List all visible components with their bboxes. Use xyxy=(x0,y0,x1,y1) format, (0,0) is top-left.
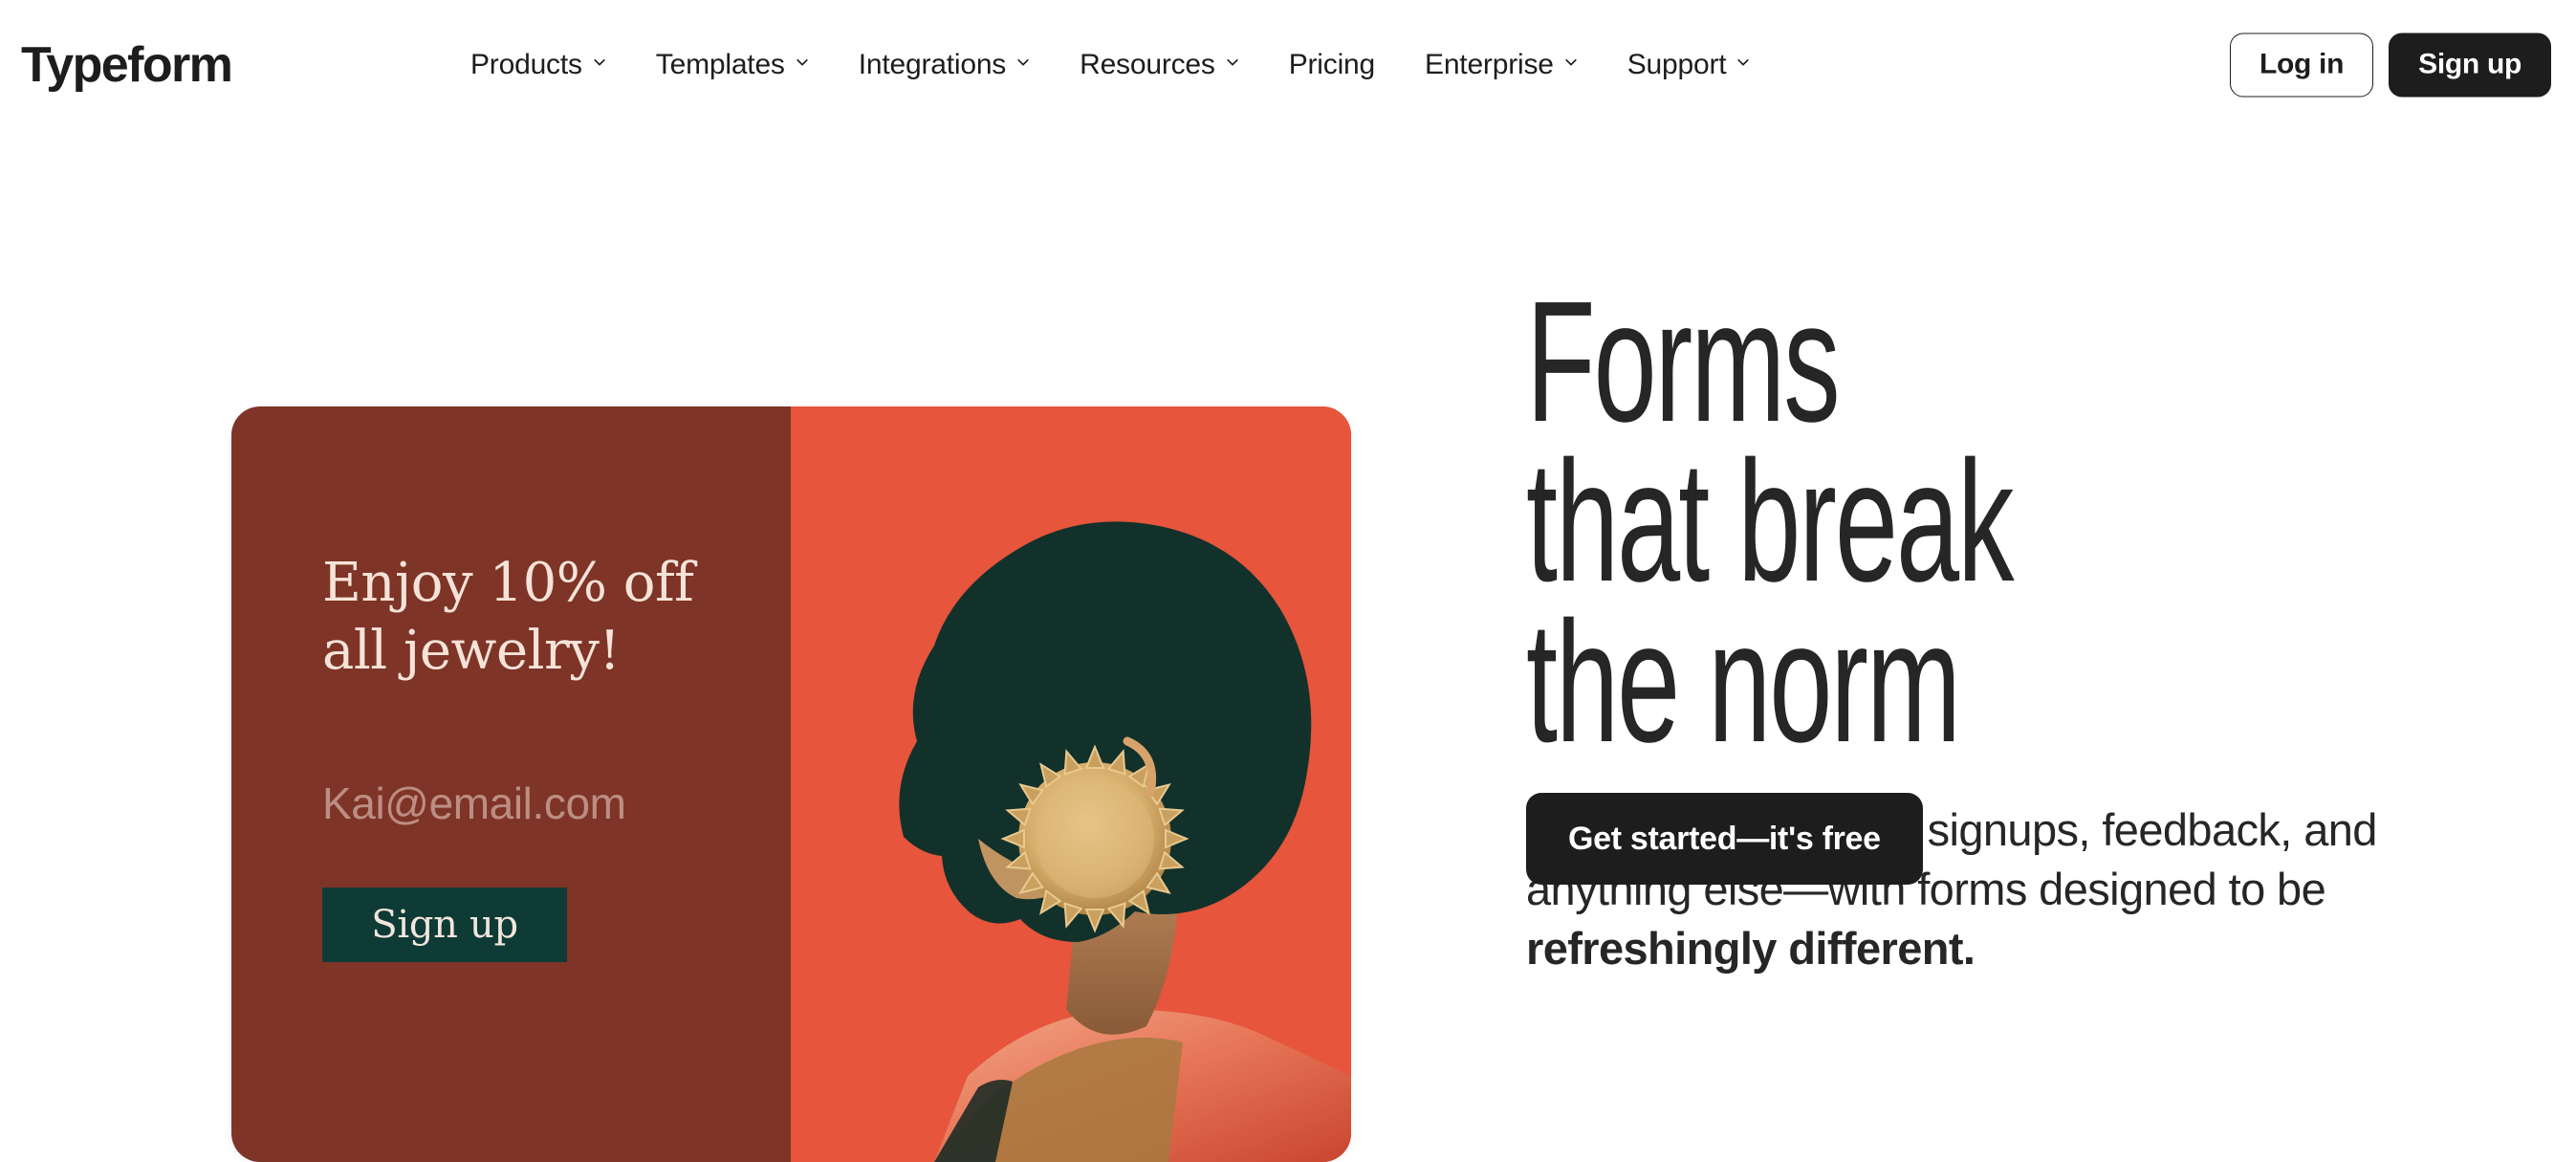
chevron-down-icon xyxy=(796,55,809,69)
form-preview-card[interactable]: Enjoy 10% off all jewelry! Kai@email.com… xyxy=(231,406,1351,1162)
nav-item-support[interactable]: Support xyxy=(1626,45,1753,85)
hero-subheadline-emphasis: refreshingly different. xyxy=(1526,923,1976,975)
nav-item-label: Templates xyxy=(655,48,785,80)
nav-item-templates[interactable]: Templates xyxy=(654,45,811,85)
form-submit-button[interactable]: Sign up xyxy=(322,888,567,962)
form-preview-photo xyxy=(791,406,1351,1162)
hero-headline: Forms that break the norm xyxy=(1526,266,2015,778)
get-started-button[interactable]: Get started—it's free xyxy=(1526,793,1923,885)
nav-item-enterprise[interactable]: Enterprise xyxy=(1423,45,1580,85)
chevron-down-icon xyxy=(593,55,606,69)
hero-copy: Forms that break the norm Get more data—… xyxy=(1526,266,2492,978)
nav-item-integrations[interactable]: Integrations xyxy=(857,45,1032,85)
nav-item-pricing[interactable]: Pricing xyxy=(1287,45,1377,85)
nav-item-label: Resources xyxy=(1080,48,1215,80)
sign-up-button[interactable]: Sign up xyxy=(2389,33,2551,97)
nav-item-label: Products xyxy=(470,48,582,80)
nav-item-label: Support xyxy=(1626,48,1727,80)
nav-item-resources[interactable]: Resources xyxy=(1078,45,1241,85)
form-question-text: Enjoy 10% off all jewelry! xyxy=(322,552,694,682)
typeform-logo[interactable]: Typeform xyxy=(21,36,233,94)
chevron-down-icon xyxy=(1736,55,1750,69)
chevron-down-icon xyxy=(1226,55,1239,69)
hero-section: Enjoy 10% off all jewelry! Kai@email.com… xyxy=(0,129,2576,1162)
chevron-down-icon xyxy=(1016,55,1030,69)
main-navigation: Products Templates Integrations Resource… xyxy=(469,45,1752,85)
form-preview-question-panel: Enjoy 10% off all jewelry! Kai@email.com… xyxy=(231,406,791,1162)
chevron-down-icon xyxy=(1564,55,1578,69)
auth-buttons: Log in Sign up xyxy=(2229,33,2551,97)
nav-item-label: Enterprise xyxy=(1425,48,1554,80)
log-in-button[interactable]: Log in xyxy=(2229,33,2374,97)
nav-item-label: Pricing xyxy=(1288,48,1376,80)
site-header: Typeform Products Templates Integrations… xyxy=(0,0,2576,129)
nav-item-label: Integrations xyxy=(858,48,1007,80)
form-email-input[interactable]: Kai@email.com xyxy=(322,778,743,829)
nav-item-products[interactable]: Products xyxy=(469,45,608,85)
